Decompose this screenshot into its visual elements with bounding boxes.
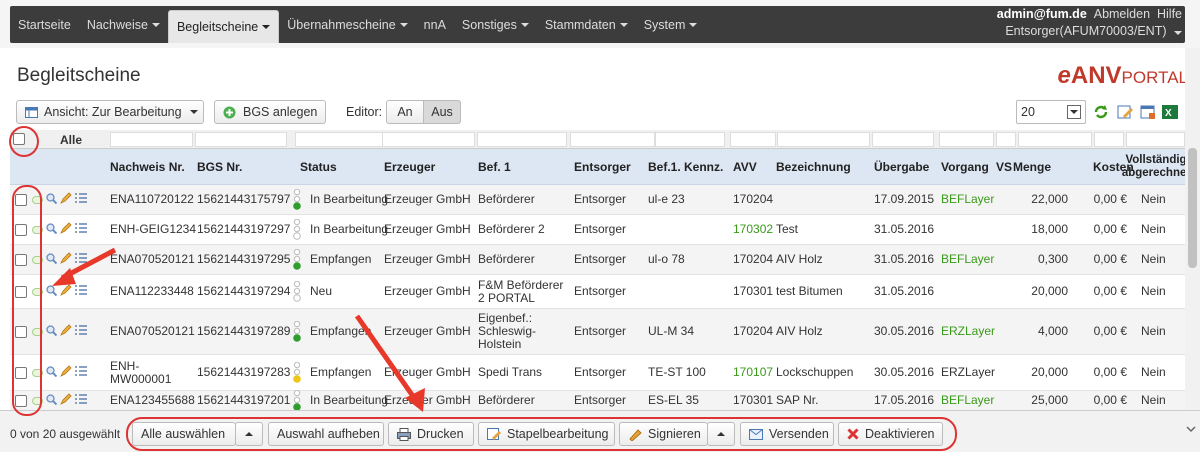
annotation-arrows: [52, 247, 425, 412]
